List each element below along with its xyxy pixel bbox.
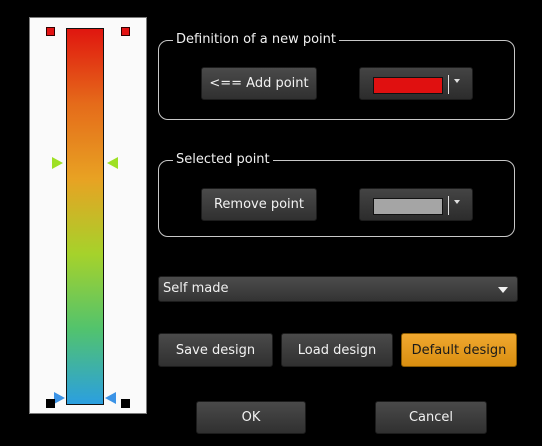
new-point-color-picker[interactable]	[359, 67, 473, 100]
design-select-value: Self made	[163, 281, 229, 296]
color-gradient-dialog: Definition of a new point <== Add point …	[0, 0, 542, 446]
ok-button[interactable]: OK	[196, 401, 306, 434]
load-design-button[interactable]: Load design	[281, 333, 393, 367]
top-right-handle[interactable]	[121, 27, 130, 36]
design-select[interactable]: Self made	[158, 276, 518, 302]
mid-point-left-marker[interactable]	[52, 157, 63, 169]
remove-point-button[interactable]: Remove point	[201, 188, 317, 221]
bottom-right-handle[interactable]	[121, 399, 130, 408]
selected-point-group: Selected point Remove point	[158, 152, 515, 237]
chevron-down-icon	[454, 200, 460, 204]
bottom-point-left-marker[interactable]	[54, 392, 65, 404]
cancel-button[interactable]: Cancel	[375, 401, 487, 434]
new-point-group: Definition of a new point <== Add point	[158, 32, 515, 120]
new-point-group-title: Definition of a new point	[173, 32, 339, 48]
gradient-strip-panel[interactable]	[29, 17, 147, 414]
selected-point-color-picker[interactable]	[359, 188, 473, 221]
selected-point-color-swatch	[373, 198, 443, 215]
chevron-down-icon	[498, 287, 508, 293]
save-design-button[interactable]: Save design	[158, 333, 273, 367]
new-point-color-swatch	[373, 77, 443, 94]
top-left-handle[interactable]	[46, 27, 55, 36]
picker-separator	[448, 75, 449, 94]
selected-point-group-title: Selected point	[173, 152, 273, 168]
add-point-button[interactable]: <== Add point	[201, 67, 317, 100]
gradient-bar[interactable]	[66, 28, 104, 405]
chevron-down-icon	[454, 79, 460, 83]
mid-point-right-marker[interactable]	[107, 157, 118, 169]
default-design-button[interactable]: Default design	[401, 333, 517, 367]
bottom-point-right-marker[interactable]	[105, 392, 116, 404]
picker-separator	[448, 196, 449, 215]
bottom-left-handle[interactable]	[46, 399, 55, 408]
